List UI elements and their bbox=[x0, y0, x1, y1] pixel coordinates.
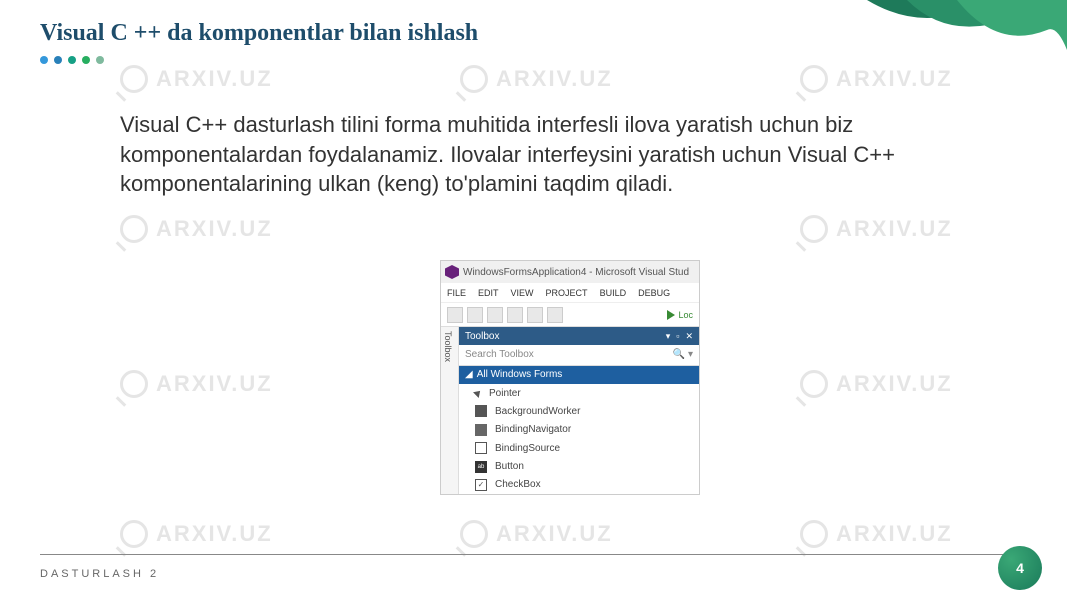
undo-icon[interactable] bbox=[527, 307, 543, 323]
collapse-icon: ◢ bbox=[465, 369, 473, 380]
checkbox-icon: ✓ bbox=[475, 479, 487, 491]
menu-view[interactable]: VIEW bbox=[511, 288, 534, 298]
watermark: ARXIV.UZ bbox=[800, 520, 953, 548]
vs-menubar: FILE EDIT VIEW PROJECT BUILD DEBUG bbox=[441, 283, 699, 303]
menu-project[interactable]: PROJECT bbox=[546, 288, 588, 298]
start-debug-button[interactable]: Loc bbox=[667, 310, 693, 320]
pointer-icon bbox=[473, 388, 483, 398]
toolbox-item-pointer[interactable]: Pointer bbox=[459, 384, 699, 402]
watermark: ARXIV.UZ bbox=[460, 520, 613, 548]
toolbox-item-bindingsource[interactable]: BindingSource bbox=[459, 439, 699, 457]
vs-window-title: WindowsFormsApplication4 - Microsoft Vis… bbox=[463, 267, 689, 278]
toolbox-item-button[interactable]: ab Button bbox=[459, 457, 699, 475]
menu-debug[interactable]: DEBUG bbox=[638, 288, 670, 298]
back-icon[interactable] bbox=[447, 307, 463, 323]
body-paragraph: Visual C++ dasturlash tilini forma muhit… bbox=[120, 110, 927, 199]
forward-icon[interactable] bbox=[467, 307, 483, 323]
visual-studio-screenshot: WindowsFormsApplication4 - Microsoft Vis… bbox=[440, 260, 700, 495]
toolbox-section-header[interactable]: ◢ All Windows Forms bbox=[459, 366, 699, 384]
save-all-icon[interactable] bbox=[507, 307, 523, 323]
title-dots-decoration bbox=[40, 56, 104, 64]
redo-icon[interactable] bbox=[547, 307, 563, 323]
watermark: ARXIV.UZ bbox=[120, 370, 273, 398]
footer-text: DASTURLASH 2 bbox=[40, 568, 159, 580]
watermark: ARXIV.UZ bbox=[120, 65, 273, 93]
toolbox-item-checkbox[interactable]: ✓ CheckBox bbox=[459, 476, 699, 494]
menu-build[interactable]: BUILD bbox=[600, 288, 627, 298]
menu-edit[interactable]: EDIT bbox=[478, 288, 499, 298]
watermark: ARXIV.UZ bbox=[460, 65, 613, 93]
pin-icon[interactable]: ▫ bbox=[676, 331, 679, 342]
save-icon[interactable] bbox=[487, 307, 503, 323]
corner-decoration bbox=[867, 0, 1067, 90]
vs-titlebar: WindowsFormsApplication4 - Microsoft Vis… bbox=[441, 261, 699, 283]
footer-divider bbox=[40, 554, 1027, 555]
watermark: ARXIV.UZ bbox=[120, 215, 273, 243]
button-icon: ab bbox=[475, 461, 487, 473]
dropdown-icon[interactable]: ▾ bbox=[666, 331, 671, 342]
watermark: ARXIV.UZ bbox=[800, 370, 953, 398]
page-title: Visual C ++ da komponentlar bilan ishlas… bbox=[40, 20, 478, 47]
close-icon[interactable]: ✕ bbox=[685, 331, 693, 342]
toolbox-item-bindingnavigator[interactable]: BindingNavigator bbox=[459, 421, 699, 439]
toolbox-panel-header: Toolbox ▾ ▫ ✕ bbox=[459, 327, 699, 345]
menu-file[interactable]: FILE bbox=[447, 288, 466, 298]
toolbox-item-backgroundworker[interactable]: BackgroundWorker bbox=[459, 402, 699, 420]
vs-logo-icon bbox=[445, 265, 459, 279]
watermark: ARXIV.UZ bbox=[800, 215, 953, 243]
toolbox-side-tab[interactable]: Toolbox bbox=[441, 327, 459, 494]
play-icon bbox=[667, 310, 675, 320]
toolbox-search[interactable]: Search Toolbox 🔍 ▾ bbox=[459, 345, 699, 365]
source-icon bbox=[475, 442, 487, 454]
worker-icon bbox=[475, 405, 487, 417]
vs-toolbar: Loc bbox=[441, 303, 699, 327]
page-number-badge: 4 bbox=[998, 546, 1042, 590]
search-icon: 🔍 ▾ bbox=[673, 349, 693, 360]
watermark: ARXIV.UZ bbox=[120, 520, 273, 548]
navigator-icon bbox=[475, 424, 487, 436]
